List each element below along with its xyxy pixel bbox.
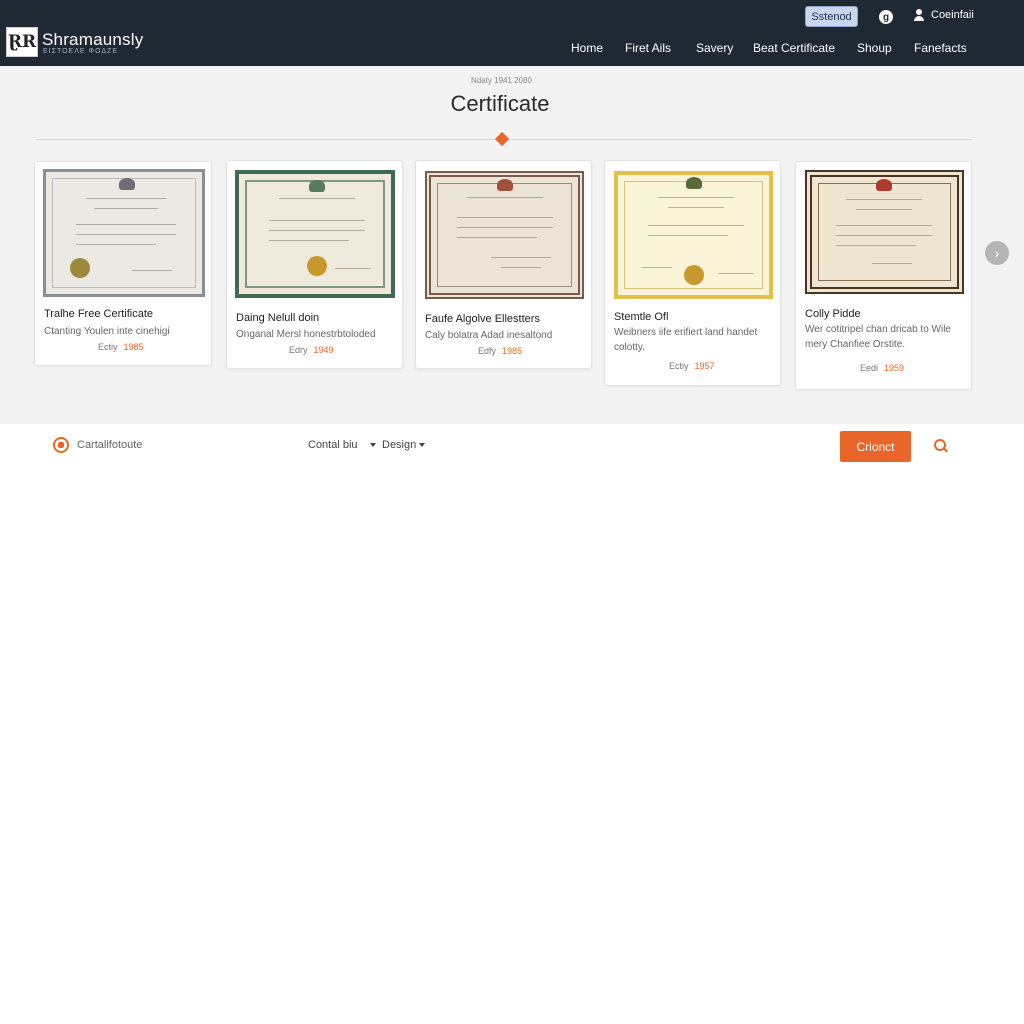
card-description: Ctanting Youlen inte cinehigi: [44, 326, 170, 337]
card-title[interactable]: Stemtle Ofl: [614, 311, 668, 323]
card-year: 1949: [313, 345, 334, 355]
certificate-category-icon: [53, 437, 69, 453]
certificate-card[interactable]: Daing Nelull doin Onganal Mersl honestrb…: [226, 160, 403, 369]
card-meta: Eedi 1959: [860, 363, 905, 373]
certificate-image: [614, 171, 773, 299]
search-icon[interactable]: [934, 439, 948, 453]
page-title: Certificate: [450, 91, 550, 116]
card-year: 1959: [884, 363, 905, 373]
card-meta: Ectiy 1957: [669, 361, 715, 371]
certificate-image: [235, 170, 395, 298]
design-dropdown-label: Design: [382, 439, 417, 451]
card-title[interactable]: Faufe Algolve Ellestters: [425, 313, 540, 325]
card-year: 1985: [123, 342, 144, 352]
card-meta: Ectiy 1985: [98, 342, 144, 352]
nav-shoup[interactable]: Shoup: [857, 41, 892, 55]
content-dropdown-label: Contal biu: [308, 439, 358, 451]
certificate-card[interactable]: Tralhe Free Certificate Ctanting Youlen …: [34, 161, 212, 366]
carousel-next-button[interactable]: ›: [985, 241, 1009, 265]
user-account-link[interactable]: Coeinfaii: [913, 9, 974, 21]
card-description: Onganal Mersl honestrbtoloded: [236, 329, 376, 340]
brand-logo[interactable]: ⱤR: [6, 27, 38, 57]
chevron-down-icon: [419, 443, 426, 447]
brand-name: Shramaunsly: [42, 30, 144, 49]
category-label[interactable]: Cartalifotoute: [77, 439, 142, 451]
nav-beat-certificate[interactable]: Beat Certificate: [753, 41, 835, 55]
card-meta: Edfy 1985: [478, 346, 523, 356]
card-meta: Edry 1949: [289, 345, 334, 355]
design-dropdown[interactable]: Design: [382, 439, 426, 451]
user-label: Coeinfaii: [931, 9, 974, 21]
top-action-button[interactable]: Sstenod: [805, 6, 858, 27]
card-year: 1957: [694, 361, 715, 371]
card-title[interactable]: Colly Pidde: [805, 308, 861, 320]
certificate-card[interactable]: Colly Pidde Wer cotitripel chan dricab t…: [795, 161, 972, 390]
nav-fanefacts[interactable]: Fanefacts: [914, 41, 967, 55]
certificate-image: [805, 170, 964, 294]
chevron-down-icon: [369, 443, 376, 447]
hero-date: Ndaty 1941 2080: [471, 76, 532, 85]
nav-savery[interactable]: Savery: [696, 41, 733, 55]
help-icon[interactable]: g: [879, 10, 893, 24]
content-dropdown[interactable]: Contal biu: [308, 439, 376, 451]
certificate-card[interactable]: Stemtle Ofl Weibners iife erifiert land …: [604, 160, 781, 386]
certificate-card[interactable]: Faufe Algolve Ellestters Caly bolatra Ad…: [415, 160, 592, 369]
card-year: 1985: [502, 346, 523, 356]
top-header: ⱤR Shramaunsly ΕΙΣΤΟΕΛΕ ΦΟΔΖΕ Sstenod g …: [0, 0, 1024, 66]
user-icon: [913, 9, 925, 21]
card-description: Caly bolatra Adad inesaltond: [425, 330, 553, 341]
card-title[interactable]: Tralhe Free Certificate: [44, 308, 153, 320]
card-description: Wer cotitripel chan dricab to Wile mery …: [805, 324, 951, 350]
nav-home[interactable]: Home: [571, 41, 603, 55]
brand-tagline: ΕΙΣΤΟΕΛΕ ΦΟΔΖΕ: [43, 48, 118, 55]
nav-first-ails[interactable]: Firet Ails: [625, 41, 671, 55]
create-button[interactable]: Crionct: [840, 431, 911, 462]
certificate-image: [43, 169, 205, 297]
certificate-image: [425, 171, 584, 299]
chevron-right-icon: ›: [994, 245, 1000, 261]
card-description: Weibners iife erifiert land handet colot…: [614, 327, 758, 353]
card-title[interactable]: Daing Nelull doin: [236, 312, 319, 324]
